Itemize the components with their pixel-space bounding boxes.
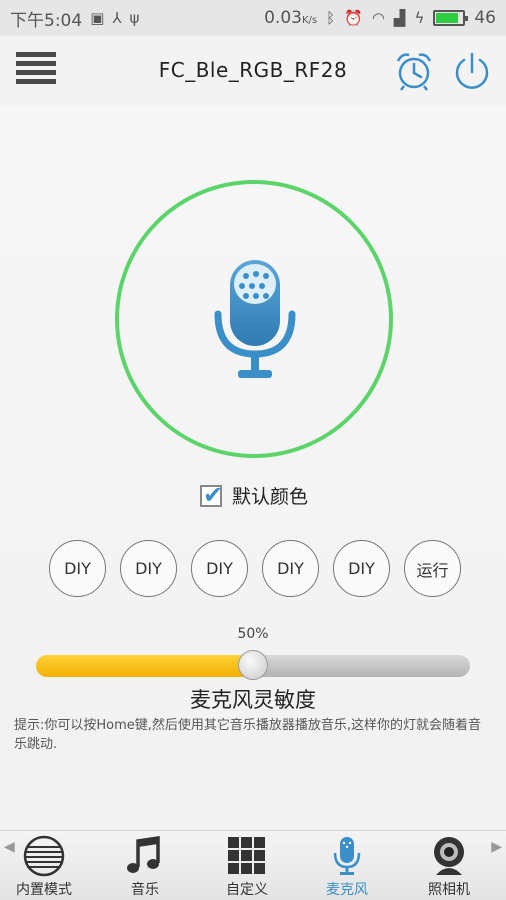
run-button[interactable]: 运行 (404, 540, 461, 597)
sphere-icon (23, 835, 65, 877)
default-color-checkbox[interactable]: ✔ (200, 481, 223, 509)
microphone-icon (214, 260, 296, 378)
microphone-nav-icon (333, 837, 361, 875)
wifi-icon: ◠ (371, 9, 385, 27)
status-bar: 下午5:04 ▣ ⅄ ψ 0.03K/s ᛒ ⏰ ◠ ▟ ϟ 46 (0, 0, 506, 36)
nav-item-music[interactable]: 音乐 (105, 831, 185, 900)
default-color-label: 默认颜色 (232, 486, 309, 508)
slider-fill (36, 655, 253, 677)
sensitivity-value: 50% (237, 626, 269, 642)
check-icon: ✔ (203, 480, 224, 509)
nav-label-camera: 照相机 (428, 882, 470, 898)
default-color-toggle[interactable]: ✔ 默认颜色 (200, 481, 309, 509)
net-speed-value: 0.03 (264, 8, 302, 28)
bottom-nav: ◀ ▶ 内置模式 音乐 自定义 麦克风 照相机 (0, 830, 506, 900)
slider-thumb[interactable] (238, 650, 268, 680)
webcam-icon (434, 837, 464, 875)
diy-button-4[interactable]: DIY (262, 540, 319, 597)
diy-button-5[interactable]: DIY (333, 540, 390, 597)
signal-icon: ▟ (393, 9, 406, 27)
usb-icon: ⅄ (112, 9, 122, 27)
debug-icon: ψ (129, 9, 140, 27)
nav-label-microphone: 麦克风 (326, 882, 368, 898)
charging-icon: ϟ (414, 9, 425, 27)
nav-label-music: 音乐 (131, 882, 159, 898)
status-right: 0.03K/s ᛒ ⏰ ◠ ▟ ϟ 46 (264, 8, 496, 28)
battery-icon (433, 10, 469, 26)
alarm-clock-icon[interactable] (393, 50, 435, 92)
power-icon[interactable] (452, 50, 492, 92)
net-speed-unit: K/s (301, 15, 318, 26)
nav-item-microphone[interactable]: 麦克风 (307, 831, 387, 900)
music-note-icon (127, 835, 160, 873)
image-icon: ▣ (90, 9, 105, 27)
alarm-icon: ⏰ (344, 9, 363, 27)
net-speed: 0.03K/s (264, 8, 317, 28)
bluetooth-icon: ᛒ (326, 9, 336, 27)
sensitivity-slider[interactable] (36, 650, 470, 680)
right-arrow-icon[interactable]: ▶ (491, 839, 502, 855)
status-left: 下午5:04 ▣ ⅄ ψ (10, 6, 139, 31)
sensitivity-label: 麦克风灵敏度 (190, 688, 316, 712)
diy-button-3[interactable]: DIY (191, 540, 248, 597)
nav-item-camera[interactable]: 照相机 (409, 831, 489, 900)
nav-item-builtin-mode[interactable]: 内置模式 (4, 831, 84, 900)
nav-label-builtin-mode: 内置模式 (16, 882, 72, 898)
diy-button-row: DIY DIY DIY DIY DIY 运行 (49, 540, 461, 597)
hint-text: 提示:你可以按Home键,然后使用其它音乐播放器播放音乐,这样你的灯就会随着音乐… (14, 718, 482, 752)
diy-button-1[interactable]: DIY (49, 540, 106, 597)
network-type: 46 (474, 8, 496, 28)
nav-label-custom: 自定义 (226, 882, 268, 898)
app-header: FC_Ble_RGB_RF28 (0, 36, 506, 106)
grid-icon (228, 837, 265, 874)
diy-button-2[interactable]: DIY (120, 540, 177, 597)
status-time: 下午5:04 (10, 10, 83, 31)
nav-item-custom[interactable]: 自定义 (207, 831, 287, 900)
